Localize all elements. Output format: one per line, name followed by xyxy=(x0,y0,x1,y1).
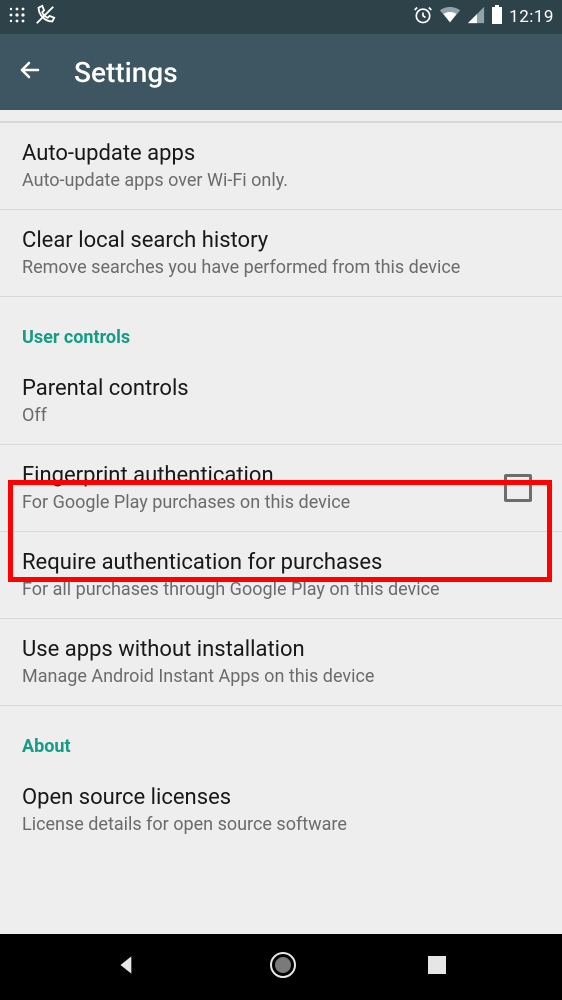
row-title: Use apps without installation xyxy=(22,637,540,662)
section-about: About xyxy=(0,705,562,767)
row-subtitle: Auto-update apps over Wi-Fi only. xyxy=(22,170,540,191)
navigation-bar xyxy=(0,934,562,1000)
status-time: 12:19 xyxy=(509,7,554,27)
action-bar: Settings xyxy=(0,34,562,110)
section-user-controls: User controls xyxy=(0,296,562,358)
row-instant-apps[interactable]: Use apps without installation Manage And… xyxy=(0,618,562,705)
row-clear-history[interactable]: Clear local search history Remove search… xyxy=(0,209,562,296)
row-title: Parental controls xyxy=(22,376,540,401)
row-require-auth[interactable]: Require authentication for purchases For… xyxy=(0,531,562,618)
status-bar: 12:19 xyxy=(0,0,562,34)
nav-back-icon[interactable] xyxy=(114,952,140,982)
battery-icon xyxy=(491,5,503,30)
row-subtitle: For Google Play purchases on this device xyxy=(22,492,500,513)
fitbit-icon xyxy=(8,6,26,28)
row-parental-controls[interactable]: Parental controls Off xyxy=(0,358,562,444)
settings-list: Auto-update apps Auto-update apps over W… xyxy=(0,122,562,853)
row-subtitle: Manage Android Instant Apps on this devi… xyxy=(22,666,540,687)
phone-off-icon xyxy=(34,4,56,30)
row-subtitle: License details for open source software xyxy=(22,814,540,835)
wifi-icon xyxy=(439,5,461,30)
row-title: Fingerprint authentication xyxy=(22,463,500,488)
row-fingerprint-auth[interactable]: Fingerprint authentication For Google Pl… xyxy=(0,444,562,531)
fingerprint-checkbox[interactable] xyxy=(504,474,532,502)
row-title: Clear local search history xyxy=(22,228,540,253)
row-subtitle: Off xyxy=(22,405,540,426)
row-subtitle: For all purchases through Google Play on… xyxy=(22,579,540,600)
page-title: Settings xyxy=(74,56,178,89)
nav-recents-icon[interactable] xyxy=(426,954,448,980)
row-subtitle: Remove searches you have performed from … xyxy=(22,257,540,278)
row-title: Auto-update apps xyxy=(22,141,540,166)
alarm-icon xyxy=(413,5,433,30)
row-title: Require authentication for purchases xyxy=(22,550,540,575)
row-open-source[interactable]: Open source licenses License details for… xyxy=(0,767,562,853)
nav-home-icon[interactable] xyxy=(268,950,298,984)
row-title: Open source licenses xyxy=(22,785,540,810)
signal-icon xyxy=(467,6,485,29)
back-icon[interactable] xyxy=(18,58,42,86)
row-auto-update[interactable]: Auto-update apps Auto-update apps over W… xyxy=(0,122,562,209)
